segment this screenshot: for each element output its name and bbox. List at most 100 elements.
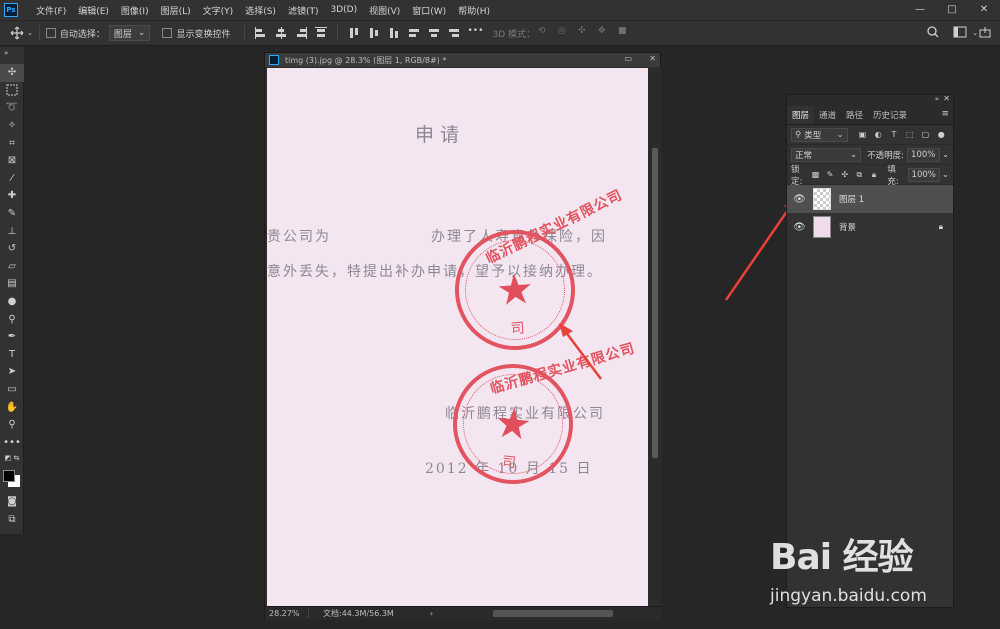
frame-tool-icon[interactable]: ⊠ [0, 152, 24, 170]
healing-brush-icon[interactable]: ✚ [0, 187, 24, 205]
distribute-right-icon[interactable] [447, 26, 461, 40]
roll-3d-icon[interactable]: ◎ [558, 26, 572, 40]
minimize-icon[interactable]: ▭ [624, 54, 632, 63]
menu-help[interactable]: 帮助(H) [452, 4, 496, 17]
magic-wand-icon[interactable]: ✧ [0, 117, 24, 135]
filter-kind-dropdown[interactable]: ⚲ 类型 ⌄ [791, 127, 848, 142]
menu-3d[interactable]: 3D(D) [324, 5, 363, 15]
document-tab[interactable]: timg (3).jpg @ 28.3% (图层 1, RGB/8#) * ▭ … [265, 53, 660, 67]
layer-row[interactable]: 👁︎ 图层 1 [787, 185, 953, 213]
chevron-down-icon[interactable]: ⌄ [942, 150, 949, 160]
visibility-eye-icon[interactable]: 👁︎ [793, 222, 806, 233]
close-button[interactable]: ✕ [968, 0, 1000, 20]
shape-filter-icon[interactable]: ⬚ [905, 130, 915, 140]
layer-row[interactable]: 👁︎ 背景 🔒︎ [787, 213, 953, 241]
align-right-icon[interactable] [294, 26, 308, 40]
canvas[interactable]: 申请 贵公司为 办理了人寿意外保险，因 意外丢失，特提出补办申请，望予以接纳办理… [267, 68, 648, 606]
distribute-bottom-icon[interactable] [387, 26, 401, 40]
lock-position-icon[interactable]: ✣ [840, 170, 849, 180]
distribute-center-icon[interactable] [427, 26, 441, 40]
zoom-level[interactable]: 28.27% [265, 609, 309, 618]
align-center-icon[interactable] [274, 26, 288, 40]
dodge-tool-icon[interactable]: ⚲ [0, 310, 24, 328]
lock-all-icon[interactable]: 🔒︎ [870, 170, 879, 180]
move-tool-icon[interactable] [10, 26, 24, 40]
tab-channels[interactable]: 通道 [814, 106, 841, 124]
chevron-down-icon[interactable]: ⌄ [942, 170, 949, 180]
auto-select-checkbox[interactable] [45, 28, 56, 38]
workspace-icon[interactable] [953, 26, 967, 40]
move-tool-icon[interactable]: ✣ [0, 64, 24, 82]
adjustment-filter-icon[interactable]: ◐ [873, 130, 883, 140]
hand-tool-icon[interactable]: ✋ [0, 398, 24, 416]
brush-tool-icon[interactable]: ✎ [0, 205, 24, 223]
minimize-button[interactable]: — [904, 0, 936, 20]
status-arrow-icon[interactable]: › [430, 609, 433, 618]
marquee-tool-icon[interactable] [0, 82, 24, 100]
foreground-color-swatch[interactable] [3, 470, 15, 483]
filter-toggle-icon[interactable]: ● [936, 130, 946, 140]
distribute-top-icon[interactable] [347, 26, 361, 40]
close-icon[interactable]: ✕ [649, 54, 656, 63]
distribute-left-icon[interactable] [407, 26, 421, 40]
more-options-icon[interactable]: ••• [467, 26, 483, 40]
pen-tool-icon[interactable]: ✒ [0, 328, 24, 346]
show-transform-checkbox[interactable] [162, 28, 173, 38]
path-selection-icon[interactable]: ➤ [0, 363, 24, 381]
lock-transparent-icon[interactable]: ▩ [811, 170, 820, 180]
chevron-down-icon[interactable]: ⌄ [27, 29, 33, 37]
pixel-filter-icon[interactable]: ▣ [858, 130, 868, 140]
menu-select[interactable]: 选择(S) [239, 4, 282, 17]
scroll-thumb[interactable] [652, 148, 658, 458]
lock-artboard-icon[interactable]: ⧉ [855, 170, 864, 180]
type-tool-icon[interactable]: T [0, 346, 24, 364]
screen-mode-icon[interactable]: ⧉ [0, 511, 24, 529]
zoom-tool-icon[interactable]: ⚲ [0, 416, 24, 434]
rectangle-tool-icon[interactable]: ▭ [0, 381, 24, 399]
align-left-icon[interactable] [254, 26, 268, 40]
blend-mode-dropdown[interactable]: 正常 ⌄ [791, 147, 862, 162]
slide-3d-icon[interactable]: ✥ [598, 26, 612, 40]
lock-pixels-icon[interactable]: ✎ [826, 170, 835, 180]
lasso-tool-icon[interactable]: ➰ [0, 99, 24, 117]
search-icon[interactable] [927, 26, 941, 40]
menu-file[interactable]: 文件(F) [30, 4, 72, 17]
chevron-down-icon[interactable]: ⌄ [972, 29, 978, 37]
type-filter-icon[interactable]: T [889, 130, 899, 140]
eraser-tool-icon[interactable]: ▱ [0, 258, 24, 276]
tab-paths[interactable]: 路径 [841, 106, 868, 124]
menu-image[interactable]: 图像(I) [115, 4, 155, 17]
edit-toolbar-icon[interactable]: ••• [0, 433, 24, 451]
share-icon[interactable] [979, 26, 993, 40]
eyedropper-icon[interactable]: ⁄ [0, 170, 24, 188]
menu-edit[interactable]: 编辑(E) [72, 4, 115, 17]
blur-tool-icon[interactable]: ● [0, 293, 24, 311]
gradient-tool-icon[interactable]: ▤ [0, 275, 24, 293]
auto-select-dropdown[interactable]: 图层 ⌄ [108, 25, 151, 41]
panel-grip[interactable]: » ✕ [787, 94, 953, 105]
clone-stamp-icon[interactable]: ⊥ [0, 222, 24, 240]
swap-colors-icon[interactable]: ◩ ⇆ [0, 451, 24, 465]
vertical-scrollbar[interactable] [649, 68, 661, 606]
crop-tool-icon[interactable]: ⌗ [0, 134, 24, 152]
menu-view[interactable]: 视图(V) [363, 4, 406, 17]
close-icon[interactable]: ✕ [943, 94, 950, 103]
tab-history[interactable]: 历史记录 [868, 106, 912, 124]
smart-object-filter-icon[interactable]: ▢ [921, 130, 931, 140]
color-swatches[interactable] [0, 465, 24, 493]
pan-3d-icon[interactable]: ✣ [578, 26, 592, 40]
menu-type[interactable]: 文字(Y) [197, 4, 240, 17]
collapse-icon[interactable]: » [935, 95, 939, 103]
menu-layer[interactable]: 图层(L) [155, 4, 197, 17]
align-top-icon[interactable] [314, 26, 328, 40]
history-brush-icon[interactable]: ↺ [0, 240, 24, 258]
scale-3d-icon[interactable]: ■ [618, 26, 632, 40]
opacity-input[interactable]: 100% [907, 147, 940, 162]
maximize-button[interactable]: □ [936, 0, 968, 20]
horizontal-scrollbar[interactable] [493, 610, 613, 617]
collapse-icon[interactable]: » [4, 49, 8, 57]
menu-filter[interactable]: 滤镜(T) [282, 4, 325, 17]
panel-menu-icon[interactable]: ≡ [941, 109, 949, 119]
distribute-middle-icon[interactable] [367, 26, 381, 40]
quick-mask-icon[interactable]: ◙ [0, 493, 24, 511]
